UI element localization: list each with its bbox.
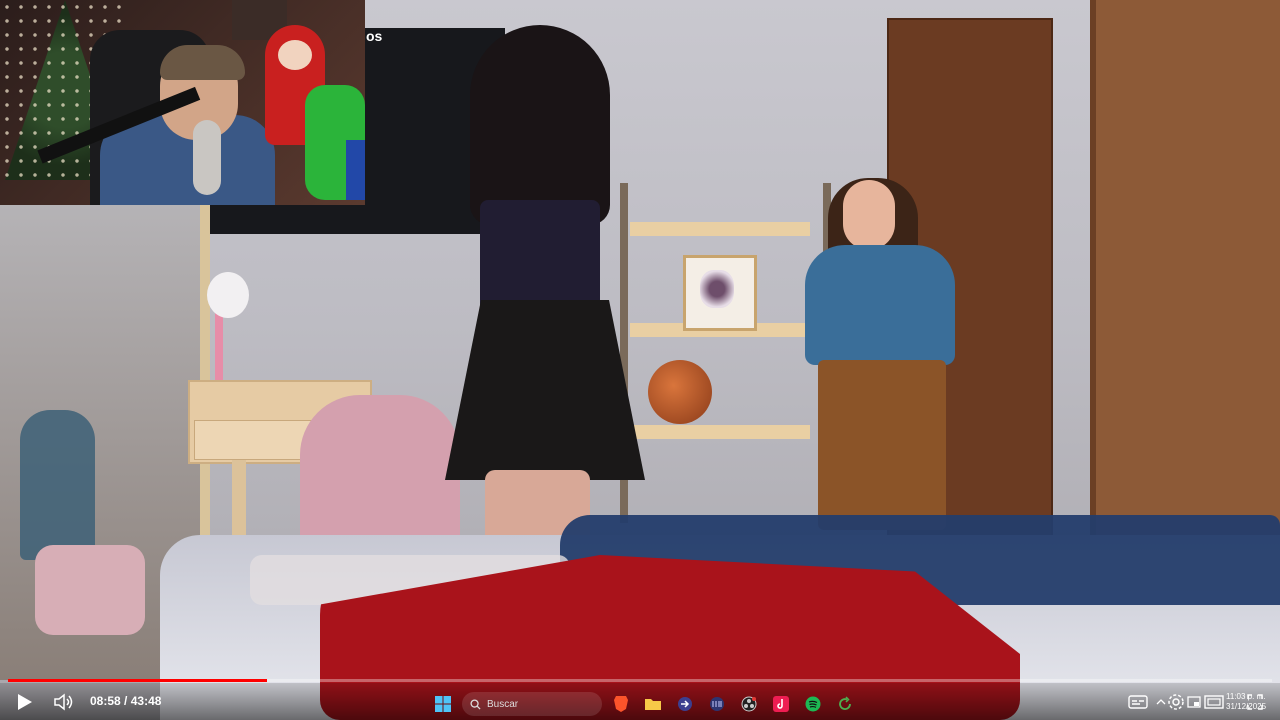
play-icon[interactable]	[14, 691, 36, 713]
terminal-app-icon[interactable]	[704, 691, 730, 717]
butterfly-art	[700, 270, 734, 308]
clock-date: 31/12/2025	[1226, 702, 1267, 711]
basketball	[648, 360, 712, 424]
shelf-board	[630, 425, 810, 439]
subtitles-icon[interactable]	[1127, 691, 1149, 713]
woman-right-skirt	[818, 360, 946, 530]
windows-taskbar: Buscar	[430, 689, 858, 719]
woman-left-hair	[470, 25, 610, 225]
taskbar-search[interactable]: Buscar	[462, 692, 602, 716]
progress-bar-fill	[8, 679, 268, 682]
shelf-board	[630, 222, 810, 236]
duration: 43:48	[130, 694, 162, 708]
blue-decoration	[346, 140, 365, 200]
miniplayer-icon[interactable]	[1183, 691, 1205, 713]
progress-bar[interactable]	[8, 679, 1272, 682]
wooden-closet	[1090, 0, 1280, 540]
mirror-reflection-person	[20, 410, 95, 560]
streamer-cap	[160, 45, 245, 80]
brave-browser-icon[interactable]	[608, 691, 634, 717]
time-display: 08:58 / 43:48	[90, 690, 161, 712]
woman-right-blouse	[805, 245, 955, 365]
clock-time: 11:03 p. m.	[1226, 692, 1266, 701]
mirror-reflection-chair	[35, 545, 145, 635]
theater-mode-icon[interactable]	[1203, 691, 1225, 713]
desk-lamp-shade	[207, 272, 249, 318]
woman-right-face	[843, 180, 895, 250]
spotify-app-icon[interactable]	[800, 691, 826, 717]
streamer-webcam	[0, 0, 365, 205]
refresh-app-icon[interactable]	[832, 691, 858, 717]
system-clock[interactable]: 11:03 p. m. 31/12/2025	[1226, 692, 1266, 712]
santa-face	[278, 40, 312, 70]
current-time: 08:58	[90, 694, 121, 708]
windows-start-icon[interactable]	[430, 691, 456, 717]
search-icon	[470, 698, 481, 710]
tiktok-app-icon[interactable]	[768, 691, 794, 717]
file-explorer-icon[interactable]	[640, 691, 666, 717]
microphone	[193, 120, 221, 195]
volume-icon[interactable]	[52, 691, 76, 713]
caption-fragment: os	[366, 28, 383, 44]
arrow-app-icon[interactable]	[672, 691, 698, 717]
obs-app-icon[interactable]	[736, 691, 762, 717]
time-separator: /	[120, 694, 131, 708]
search-placeholder: Buscar	[487, 698, 519, 710]
